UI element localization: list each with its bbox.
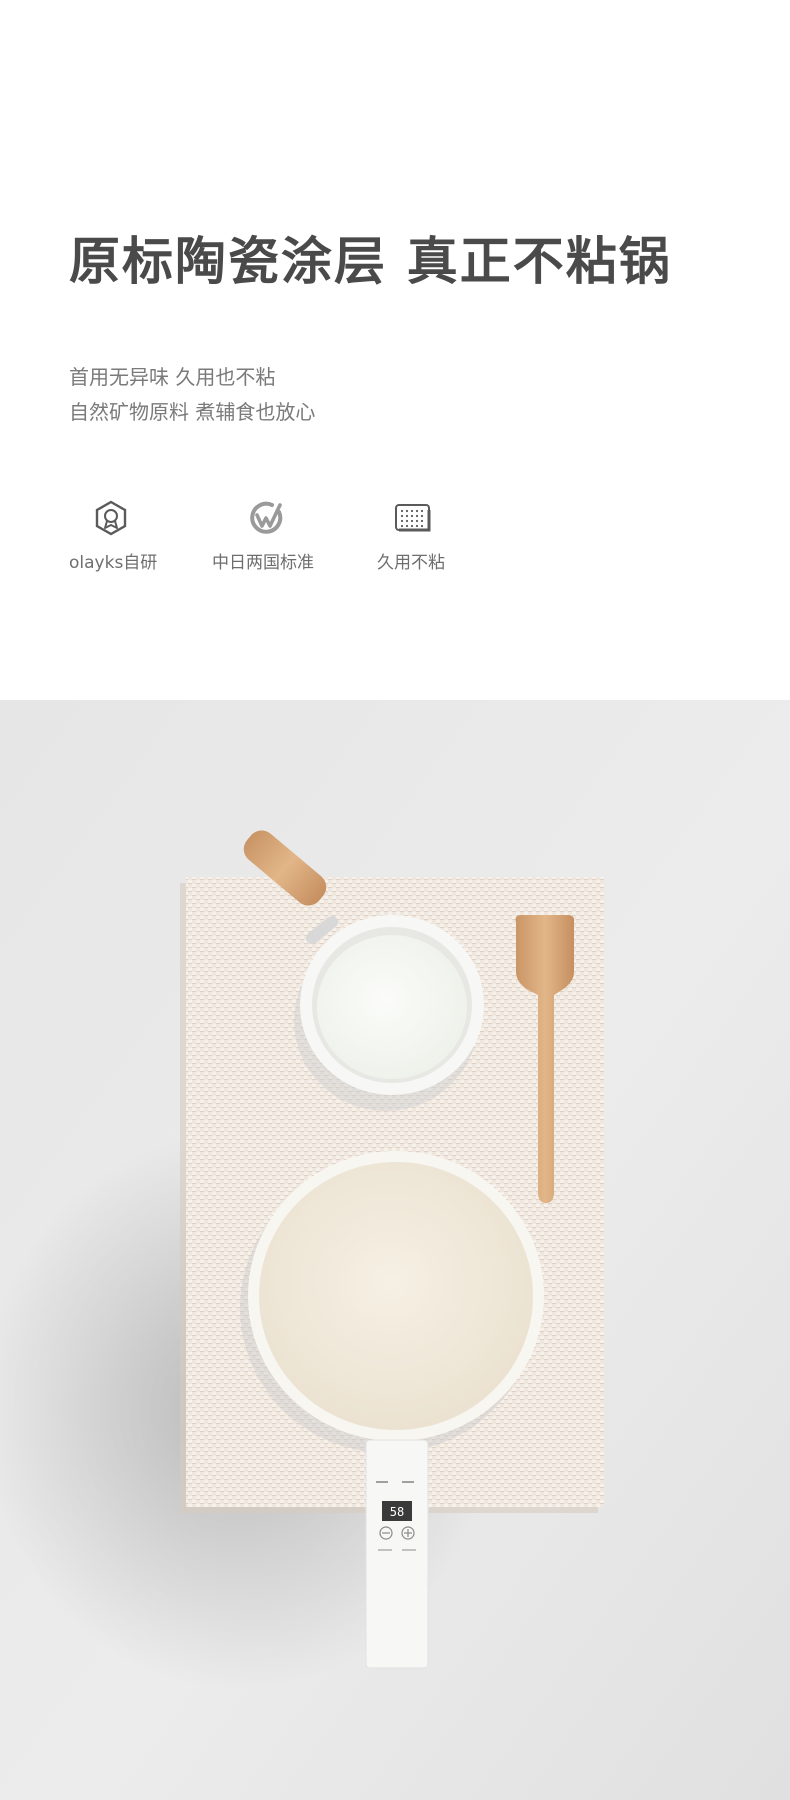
feature-item-olayks: olayks自研 <box>69 498 229 578</box>
certified-badge-icon <box>91 498 131 538</box>
feature-label: 久用不粘 <box>377 553 445 573</box>
subtitle-line-1: 首用无异味 久用也不粘 <box>69 365 276 389</box>
feature-item-standard: 中日两国标准 <box>212 498 372 578</box>
coating-grid-icon <box>393 498 433 538</box>
feature-label: 中日两国标准 <box>212 553 314 573</box>
feature-item-durable: 久用不粘 <box>377 498 537 578</box>
control-display: 58 <box>390 1505 404 1519</box>
feature-label: olayks自研 <box>69 553 158 573</box>
product-photo: 58 <box>0 700 790 1800</box>
subtitle-line-2: 自然矿物原料 煮辅食也放心 <box>69 400 316 424</box>
intro-section: 原标陶瓷涂层 真正不粘锅 首用无异味 久用也不粘 自然矿物原料 煮辅食也放心 o… <box>0 0 790 700</box>
page-title: 原标陶瓷涂层 真正不粘锅 <box>69 233 672 292</box>
standard-check-icon <box>246 498 286 538</box>
